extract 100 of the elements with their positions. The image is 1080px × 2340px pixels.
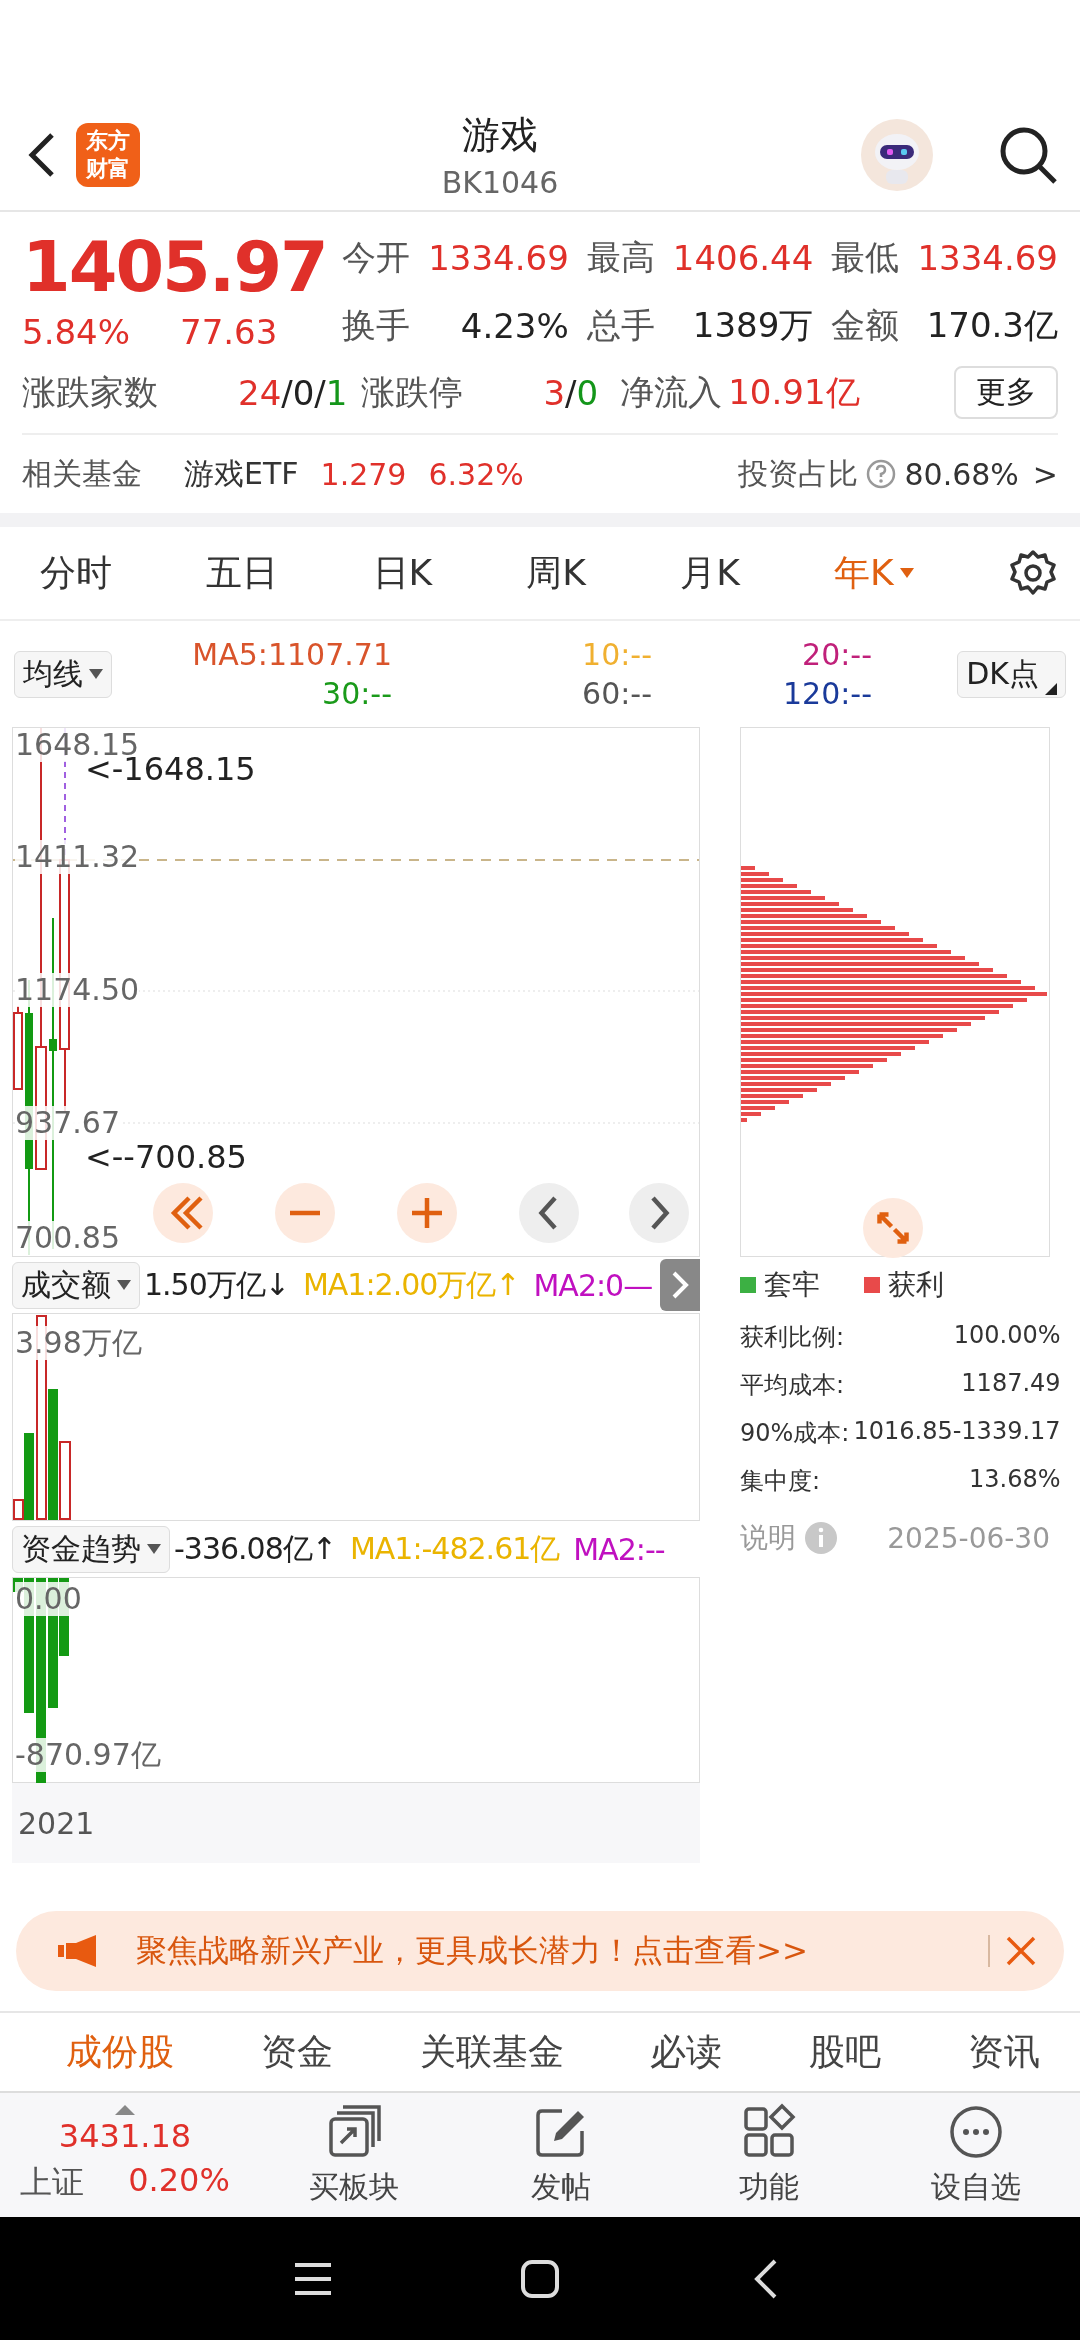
stat-value: 1406.44 <box>672 238 814 278</box>
breadth-label: 涨跌家数 <box>22 370 158 414</box>
period-tab[interactable]: 分时 <box>40 548 112 598</box>
ma-value: 60:-- <box>582 676 652 711</box>
stat-value: 1389万 <box>691 304 814 347</box>
stat-label: 今开 <box>342 236 411 279</box>
stat-label: 最低 <box>831 236 900 279</box>
stat-label: 换手 <box>342 304 411 347</box>
limit-value: 3/0 <box>543 372 599 413</box>
ma-selector[interactable]: 均线 <box>14 650 112 698</box>
index-change: 0.20% <box>128 2161 230 2201</box>
stat-label: 总手 <box>586 304 655 347</box>
period-tab[interactable]: 周K <box>526 548 586 598</box>
distribution-bar <box>741 1112 761 1116</box>
action-label[interactable]: 功能 <box>738 2166 799 2208</box>
axis-label: 3.98万亿 <box>15 1326 142 1360</box>
period-tab[interactable]: 年K <box>834 548 914 598</box>
app-logo: 东方财富 <box>76 123 140 187</box>
action-label[interactable]: 设自选 <box>931 2166 1022 2208</box>
volume-ma1: MA1:2.00万亿↑ <box>302 1265 520 1304</box>
index-value: 3431.18 <box>58 2117 192 2155</box>
period-tab[interactable]: 日K <box>372 548 433 598</box>
stat-label: 90%成本: <box>740 1418 850 1449</box>
caret-icon <box>147 1544 161 1554</box>
action-label[interactable]: 发帖 <box>531 2166 592 2208</box>
action-label[interactable]: 买板块 <box>308 2166 399 2208</box>
caret-up-icon[interactable] <box>115 2105 135 2115</box>
ma-value: 30:-- <box>322 676 392 711</box>
flow-selector[interactable]: 资金趋势 <box>12 1525 170 1573</box>
ratio-label: 投资占比 <box>738 454 859 493</box>
distribution-bar <box>741 1100 789 1104</box>
board-code: BK1046 <box>441 165 559 200</box>
inflow-value: 10.91亿 <box>728 370 860 414</box>
ma-value: MA5:1107.71 <box>192 637 392 672</box>
volume-value: 1.50万亿↓ <box>144 1265 289 1304</box>
fund-name[interactable]: 游戏ETF <box>184 453 299 495</box>
distribution-bar <box>741 1118 747 1122</box>
axis-label: 700.85 <box>15 1221 120 1255</box>
chevron-icon[interactable]: > <box>1032 456 1058 492</box>
ma-value: 120:-- <box>782 676 872 711</box>
fund-label: 相关基金 <box>22 454 142 493</box>
index-name: 上证 <box>20 2162 85 2203</box>
corner-icon <box>1045 682 1057 695</box>
section-tab[interactable]: 股吧 <box>809 2027 882 2077</box>
settings-icon[interactable] <box>1007 548 1058 598</box>
volume-selector[interactable]: 成交额 <box>12 1261 140 1309</box>
period-tab[interactable]: 月K <box>680 548 740 598</box>
low-marker: <--700.85 <box>85 1138 247 1176</box>
legend-label: 套牢 <box>764 1267 820 1303</box>
distribution-bar <box>741 866 755 870</box>
stat-value: 1334.69 <box>917 238 1058 278</box>
stat-label: 最高 <box>586 236 655 279</box>
fund-price: 1.279 <box>320 456 407 492</box>
breadth-value: 24/0/1 <box>238 372 348 413</box>
stat-value: 100.00% <box>952 1321 1061 1351</box>
close-icon[interactable] <box>1004 1934 1038 1968</box>
section-tab[interactable]: 成份股 <box>66 2027 174 2077</box>
flow-value: -336.08亿↑ <box>174 1529 336 1568</box>
distribution-bar <box>741 872 769 876</box>
stat-value: 4.23% <box>459 306 569 346</box>
stat-label: 获利比例: <box>740 1322 846 1353</box>
flow-ma1: MA1:-482.61亿 <box>349 1529 560 1568</box>
section-tab[interactable]: 关联基金 <box>419 2027 564 2077</box>
caret-icon <box>899 568 914 578</box>
axis-label: 1174.50 <box>15 973 140 1007</box>
stat-label: 金额 <box>831 304 900 347</box>
flow-ma2: MA2:-- <box>573 1531 665 1567</box>
change-percent: 5.84% <box>22 312 130 352</box>
period-tab[interactable]: 五日 <box>206 548 279 598</box>
caret-icon <box>117 1280 131 1290</box>
stat-value: 13.68% <box>968 1465 1061 1495</box>
stat-value: 170.3亿 <box>925 304 1058 347</box>
volume-ma2: MA2:0— <box>533 1267 653 1303</box>
stat-value: 1016.85-1339.17 <box>853 1417 1061 1447</box>
distribution-bar <box>741 878 783 882</box>
fund-change: 6.32% <box>428 456 524 492</box>
distribution-bar <box>741 1106 775 1110</box>
stat-value: 1187.49 <box>960 1369 1061 1399</box>
limit-label: 涨跌停 <box>361 370 464 414</box>
section-tab[interactable]: 必读 <box>650 2027 723 2077</box>
next-button[interactable] <box>660 1259 700 1311</box>
axis-label: 937.67 <box>15 1106 120 1140</box>
axis-label: 2021 <box>18 1805 95 1841</box>
more-button[interactable]: 更多 <box>954 366 1058 419</box>
distribution-bar <box>741 890 811 894</box>
ratio-value: 80.68% <box>904 456 1019 492</box>
ma-value: 20:-- <box>802 637 872 672</box>
robot-avatar-icon[interactable] <box>860 118 934 192</box>
banner-text: 聚焦战略新兴产业，更具成长潜力！点击查看>> <box>136 1931 808 1970</box>
stat-label: 集中度: <box>740 1466 822 1497</box>
legend-label: 获利 <box>888 1267 944 1303</box>
axis-label: 1411.32 <box>15 840 140 874</box>
section-tab[interactable]: 资讯 <box>968 2027 1040 2077</box>
inflow-label: 净流入 <box>620 370 723 414</box>
section-tab[interactable]: 资金 <box>260 2027 333 2077</box>
change-amount: 77.63 <box>180 312 278 352</box>
help-icon[interactable] <box>866 459 897 489</box>
dk-button[interactable]: DK点 <box>957 650 1066 698</box>
stat-value: 1334.69 <box>428 238 569 278</box>
axis-label: -870.97亿 <box>15 1738 161 1772</box>
